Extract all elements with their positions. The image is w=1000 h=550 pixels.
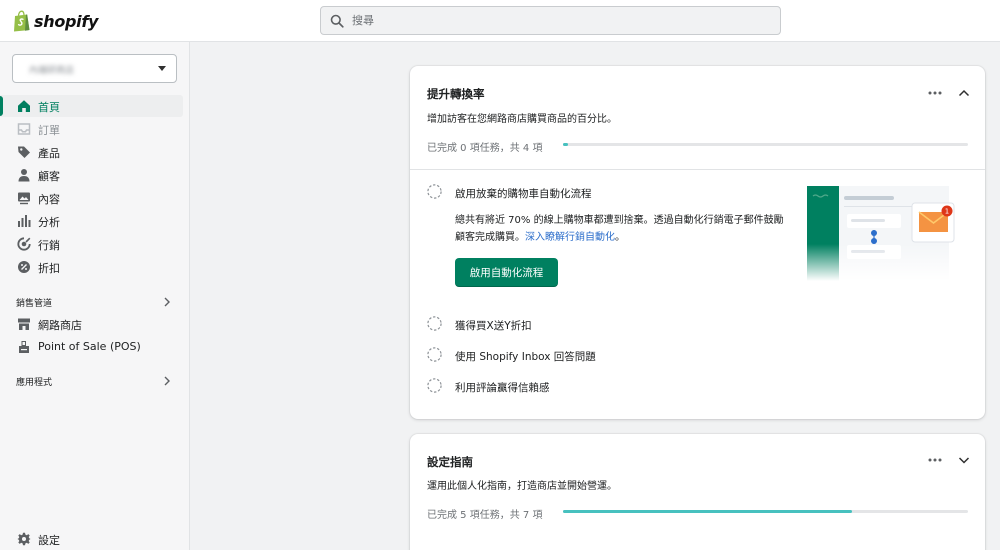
sidebar-item-label: 設定 xyxy=(38,534,60,547)
logo-wordmark: shopify xyxy=(34,11,99,31)
chevron-right-icon xyxy=(164,297,170,307)
progress-bar xyxy=(563,143,968,146)
card-title: 設定指南 xyxy=(427,455,473,469)
pos-icon xyxy=(19,341,29,353)
task-label: 啟用放棄的購物車自動化流程 xyxy=(455,188,592,200)
shopify-bag-icon xyxy=(14,10,30,32)
setup-guide-card: 設定指南 運用此個人化指南，打造商店並開始營運。 已完成 5 項任務，共 7 項 xyxy=(410,434,985,550)
dashed-circle-icon xyxy=(427,184,442,199)
sidebar-item-label: 網路商店 xyxy=(38,319,82,332)
search-bar[interactable] xyxy=(320,6,781,35)
sidebar-item-customers[interactable]: 顧客 xyxy=(0,164,183,186)
task-label: 使用 Shopify Inbox 回答問題 xyxy=(455,351,596,363)
store-icon xyxy=(18,318,30,330)
card-subtitle: 運用此個人化指南，打造商店並開始營運。 xyxy=(427,481,617,492)
card-subtitle: 增加訪客在您網路商店購買商品的百分比。 xyxy=(427,114,617,125)
discount-icon xyxy=(18,261,30,273)
home-icon xyxy=(18,100,30,112)
sidebar-item-pos[interactable]: Point of Sale (POS) xyxy=(0,336,183,358)
sidebar-item-label: 內容 xyxy=(38,193,60,206)
more-horizontal-icon[interactable] xyxy=(927,452,943,468)
sidebar-item-label: 顧客 xyxy=(38,170,60,183)
sidebar-item-label: 首頁 xyxy=(38,101,60,114)
notification-badge-count: 1 xyxy=(945,208,949,216)
store-selector[interactable]: 內端研商店 xyxy=(12,54,177,83)
sidebar-item-orders[interactable]: 訂單 xyxy=(0,118,183,140)
dashed-circle-icon xyxy=(427,378,442,393)
card-title: 提升轉換率 xyxy=(427,87,485,101)
sidebar-item-marketing[interactable]: 行銷 xyxy=(0,233,183,255)
enable-automation-button[interactable]: 啟用自動化流程 xyxy=(455,258,558,287)
progress-bar-fill xyxy=(563,143,568,146)
sidebar-item-label: 折扣 xyxy=(38,262,60,275)
sidebar-item-settings[interactable]: 設定 xyxy=(0,528,183,550)
task-item-reviews[interactable]: 利用評論贏得信賴感 xyxy=(427,378,827,394)
sidebar: 內端研商店 首頁 訂單 產品 顧客 內容 分析 行銷 折扣 銷售管道 網路商店 … xyxy=(0,42,190,550)
inbox-icon xyxy=(17,123,31,135)
chevron-down-icon[interactable] xyxy=(956,452,972,468)
dashed-circle-icon xyxy=(427,316,442,331)
task-description-suffix: 。 xyxy=(615,232,625,243)
gear-icon xyxy=(17,532,31,546)
sales-channels-label: 銷售管道 xyxy=(16,299,53,309)
more-horizontal-icon[interactable] xyxy=(927,85,943,101)
progress-text: 已完成 5 項任務，共 7 項 xyxy=(427,510,543,521)
sidebar-item-home[interactable]: 首頁 xyxy=(0,95,183,117)
chevron-right-icon xyxy=(164,376,170,386)
image-icon xyxy=(18,192,30,205)
learn-more-link[interactable]: 深入瞭解行銷自動化 xyxy=(525,232,615,243)
apps-header[interactable]: 應用程式 xyxy=(0,372,183,390)
progress-text: 已完成 0 項任務，共 4 項 xyxy=(427,143,543,154)
chevron-up-icon[interactable] xyxy=(956,85,972,101)
sidebar-item-label: 訂單 xyxy=(38,124,60,137)
search-icon xyxy=(330,14,344,28)
task-item-shopify-inbox[interactable]: 使用 Shopify Inbox 回答問題 xyxy=(427,347,827,363)
sidebar-item-analytics[interactable]: 分析 xyxy=(0,210,183,232)
email-automation-illustration: 1 xyxy=(807,186,957,281)
sidebar-item-label: 產品 xyxy=(38,147,60,160)
task-item-abandoned-cart[interactable]: 啟用放棄的購物車自動化流程 xyxy=(427,184,787,200)
task-item-bxgy-discount[interactable]: 獲得買X送Y折扣 xyxy=(427,316,827,332)
divider xyxy=(410,169,985,170)
progress-bar xyxy=(563,510,968,513)
progress-bar-fill xyxy=(563,510,853,513)
bar-chart-icon xyxy=(18,215,31,227)
tag-icon xyxy=(18,146,30,158)
shopify-logo[interactable]: shopify xyxy=(12,9,98,33)
conversion-card: 提升轉換率 增加訪客在您網路商店購買商品的百分比。 已完成 0 項任務，共 4 … xyxy=(410,66,985,419)
task-label: 獲得買X送Y折扣 xyxy=(455,320,532,332)
top-bar: shopify xyxy=(0,0,1000,42)
sales-channels-header[interactable]: 銷售管道 xyxy=(0,293,183,311)
sidebar-item-products[interactable]: 產品 xyxy=(0,141,183,163)
dashed-circle-icon xyxy=(427,347,442,362)
sidebar-item-label: 行銷 xyxy=(38,239,60,252)
target-icon xyxy=(17,237,31,251)
sidebar-item-content[interactable]: 內容 xyxy=(0,187,183,209)
sidebar-item-label: Point of Sale (POS) xyxy=(38,340,141,353)
search-input[interactable] xyxy=(352,14,752,27)
store-name: 內端研商店 xyxy=(29,66,75,76)
person-icon xyxy=(18,169,30,182)
sidebar-item-online-store[interactable]: 網路商店 xyxy=(0,313,183,335)
task-description: 總共有將近 70% 的線上購物車都遭到捨棄。透過自動化行銷電子郵件鼓勵顧客完成購… xyxy=(455,212,785,246)
task-label: 利用評論贏得信賴感 xyxy=(455,382,550,394)
caret-down-icon xyxy=(158,66,166,71)
sidebar-item-discounts[interactable]: 折扣 xyxy=(0,256,183,278)
apps-label: 應用程式 xyxy=(16,378,53,388)
sidebar-item-label: 分析 xyxy=(38,216,60,229)
